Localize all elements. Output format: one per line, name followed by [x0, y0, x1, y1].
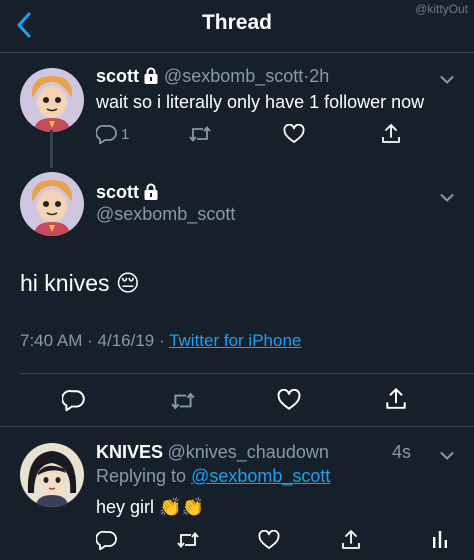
- reply-count: 1: [121, 125, 130, 143]
- reply-button[interactable]: 1: [96, 124, 129, 144]
- replying-to-row: Replying to @sexbomb_scott: [96, 466, 330, 487]
- share-icon: [384, 386, 408, 410]
- tweet-time: 7:40 AM: [20, 331, 83, 350]
- main-tweet-name-row: scott: [96, 182, 159, 205]
- timestamp: 4s: [392, 442, 412, 462]
- analytics-button[interactable]: [432, 529, 448, 549]
- like-button[interactable]: [283, 124, 305, 144]
- display-name[interactable]: KNIVES: [96, 442, 163, 462]
- handle[interactable]: @sexbomb_scott: [164, 66, 303, 86]
- tweet-meta: 7:40 AM · 4/16/19 · Twitter for iPhone: [20, 331, 301, 351]
- parent-tweet-header: scott @sexbomb_scott·2h: [96, 66, 329, 89]
- tweet-text: hey girl: [96, 497, 155, 517]
- retweet-icon: [170, 391, 196, 411]
- reply-tweet-header: KNIVES @knives_chaudown: [96, 442, 329, 463]
- avatar[interactable]: [20, 68, 84, 132]
- like-icon: [258, 530, 280, 550]
- replying-to-link[interactable]: @sexbomb_scott: [191, 466, 330, 486]
- retweet-icon: [176, 531, 200, 549]
- clapping-emoji: 👏👏: [159, 497, 204, 517]
- retweet-button[interactable]: [176, 531, 200, 549]
- pensive-emoji: 😔: [115, 270, 140, 296]
- avatar[interactable]: [20, 172, 84, 236]
- separator-dot: ·: [158, 331, 165, 350]
- analytics-icon: [432, 529, 448, 549]
- reply-icon: [62, 389, 86, 411]
- share-button[interactable]: [340, 528, 362, 550]
- page-title: Thread: [201, 11, 272, 34]
- header-divider: [0, 52, 474, 53]
- like-button[interactable]: [277, 389, 301, 411]
- handle[interactable]: @knives_chaudown: [167, 442, 328, 462]
- retweet-icon: [188, 125, 212, 143]
- avatar[interactable]: [20, 443, 84, 507]
- meta-divider: [20, 373, 474, 374]
- lock-icon: [143, 183, 159, 205]
- share-icon: [380, 122, 402, 144]
- lock-icon: [143, 67, 159, 89]
- display-name[interactable]: scott: [96, 182, 139, 202]
- share-button[interactable]: [384, 386, 408, 410]
- tweet-date: 4/16/19: [97, 331, 155, 350]
- actions-divider: [0, 426, 474, 427]
- tweet-text-row: hi knives 😔: [20, 270, 140, 297]
- tweet-text-row: hey girl 👏👏: [96, 497, 204, 518]
- reply-icon: [96, 124, 118, 144]
- chevron-down-icon[interactable]: [440, 72, 454, 84]
- reply-button[interactable]: [62, 389, 86, 411]
- reply-button[interactable]: [96, 530, 118, 550]
- thread-connector-line: [50, 130, 53, 168]
- tweet-text: hi knives: [20, 270, 110, 296]
- like-icon: [277, 389, 301, 411]
- handle[interactable]: @sexbomb_scott: [96, 204, 235, 225]
- separator-dot: ·: [87, 331, 93, 350]
- retweet-button[interactable]: [170, 391, 196, 411]
- display-name[interactable]: scott: [96, 66, 139, 86]
- watermark: @kittyOut: [415, 2, 468, 16]
- timestamp: 2h: [309, 66, 330, 86]
- tweet-text: wait so i literally only have 1 follower…: [96, 92, 425, 112]
- chevron-down-icon[interactable]: [440, 448, 454, 460]
- share-icon: [340, 528, 362, 550]
- top-bar: Thread @kittyOut: [0, 0, 474, 52]
- retweet-button[interactable]: [188, 125, 212, 143]
- reply-icon: [96, 530, 118, 550]
- share-button[interactable]: [380, 122, 402, 144]
- like-button[interactable]: [258, 530, 280, 550]
- chevron-down-icon[interactable]: [440, 190, 454, 202]
- replying-to-label: Replying to: [96, 466, 187, 486]
- like-icon: [283, 124, 305, 144]
- tweet-source-link[interactable]: Twitter for iPhone: [169, 331, 301, 350]
